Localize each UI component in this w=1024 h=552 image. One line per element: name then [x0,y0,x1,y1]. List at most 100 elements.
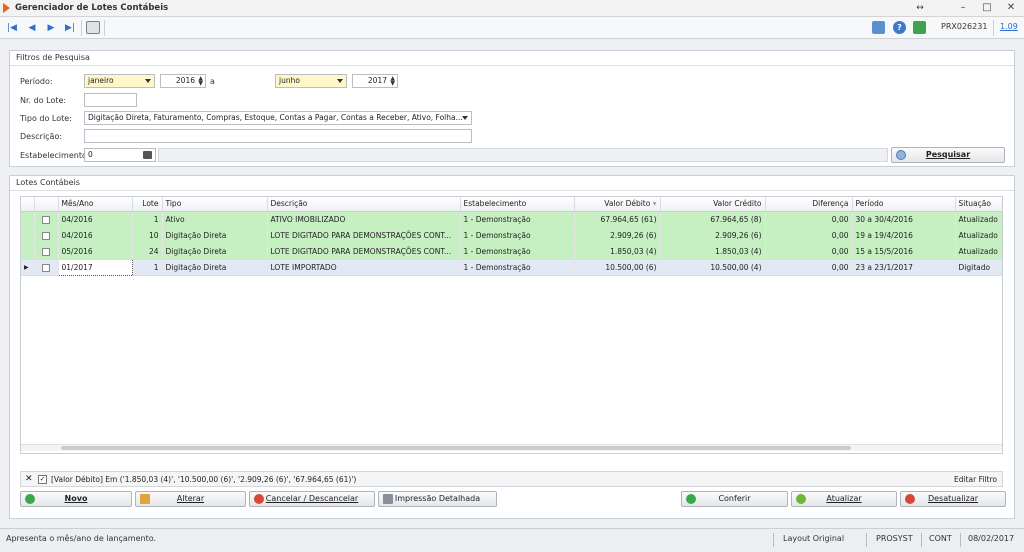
cell-diferenca[interactable]: 0,00 [765,227,853,244]
cell-situacao[interactable]: Atualizado [955,211,1002,228]
conferir-button[interactable]: Conferir [681,491,788,507]
version-link[interactable]: 1.09 [1000,22,1018,31]
cell-valor-credito[interactable]: 2.909,26 (6) [660,227,766,244]
cell-valor-credito[interactable]: 1.850,03 (4) [660,243,766,260]
cell-situacao[interactable]: Atualizado [955,227,1002,244]
descricao-input[interactable] [84,129,472,143]
cell-lote[interactable]: 1 [132,259,163,276]
desatualizar-button[interactable]: Desatualizar [900,491,1006,507]
horizontal-scrollbar[interactable] [21,444,1002,451]
nr-lote-input[interactable] [84,93,137,107]
cell-valor-debito[interactable]: 1.850,03 (4) [574,243,661,260]
cell-tipo[interactable]: Digitação Direta [162,227,268,244]
pencil-icon [140,494,150,504]
help-icon[interactable]: ? [893,21,906,34]
row-checkbox[interactable] [34,259,59,276]
estabelecimento-input[interactable]: 0 [84,148,156,162]
row-checkbox[interactable] [34,211,59,228]
resize-icon[interactable]: ↔ [913,2,927,14]
cell-periodo[interactable]: 15 a 15/5/2016 [852,243,956,260]
scrollbar-thumb[interactable] [61,446,851,450]
periodo-from-year-stepper[interactable]: 2016 ▲ ▼ [160,74,206,88]
tipo-lote-select[interactable]: Digitação Direta, Faturamento, Compras, … [84,111,472,125]
cell-diferenca[interactable]: 0,00 [765,211,853,228]
cell-lote[interactable]: 10 [132,227,163,244]
lookup-icon[interactable] [143,151,152,159]
cell-valor-credito[interactable]: 67.964,65 (8) [660,211,766,228]
cell-tipo[interactable]: Digitação Direta [162,243,268,260]
cell-mes-ano[interactable]: 01/2017 [57,258,133,276]
row-checkbox[interactable] [34,243,59,260]
minimize-button[interactable]: – [956,2,970,14]
lotes-table: Mês/Ano Lote Tipo Descrição Estabelecime… [21,197,1002,276]
impressao-button[interactable]: Impressão Detalhada [378,491,497,507]
atualizar-button[interactable]: Atualizar [791,491,897,507]
table-row[interactable]: 04/2016 10 Digitação Direta LOTE DIGITAD… [21,227,1002,244]
table-row[interactable]: 04/2016 1 Ativo ATIVO IMOBILIZADO 1 - De… [21,211,1002,228]
cell-estabelecimento[interactable]: 1 - Demonstração [460,243,575,260]
cell-periodo[interactable]: 30 a 30/4/2016 [852,211,956,228]
next-record-icon[interactable]: ▶ [44,21,58,35]
header-periodo[interactable]: Período [852,197,956,212]
cell-periodo[interactable]: 23 a 23/1/2017 [852,259,956,276]
last-record-icon[interactable]: ▶| [63,21,77,35]
cell-lote[interactable]: 1 [132,211,163,228]
cell-descricao[interactable]: LOTE DIGITADO PARA DEMONSTRAÇÕES CONT... [267,243,461,260]
periodo-to-year-stepper[interactable]: 2017 ▲ ▼ [352,74,398,88]
header-estabelecimento[interactable]: Estabelecimento [460,197,575,212]
row-checkbox[interactable] [34,227,59,244]
cell-descricao[interactable]: LOTE DIGITADO PARA DEMONSTRAÇÕES CONT... [267,227,461,244]
cell-descricao[interactable]: ATIVO IMOBILIZADO [267,211,461,228]
undo-icon [905,494,915,504]
novo-button[interactable]: Novo [20,491,132,507]
close-button[interactable]: ✕ [1004,2,1018,14]
cell-lote[interactable]: 24 [132,243,163,260]
header-lote[interactable]: Lote [132,197,163,212]
alterar-button[interactable]: Alterar [135,491,246,507]
cell-estabelecimento[interactable]: 1 - Demonstração [460,211,575,228]
status-layout[interactable]: Layout Original [783,534,844,543]
filter-funnel-icon[interactable]: ▾ [653,199,657,208]
exit-icon[interactable] [913,21,926,34]
pesquisar-button[interactable]: Pesquisar [891,147,1005,163]
cell-mes-ano[interactable]: 04/2016 [58,227,133,244]
cell-descricao[interactable]: LOTE IMPORTADO [267,259,461,276]
cell-valor-debito[interactable]: 2.909,26 (6) [574,227,661,244]
clear-filter-icon[interactable]: ✕ [25,474,33,484]
header-valor-credito[interactable]: Valor Crédito [660,197,766,212]
table-row[interactable]: 05/2016 24 Digitação Direta LOTE DIGITAD… [21,243,1002,260]
table-row-selected[interactable]: ▶ 01/2017 1 Digitação Direta LOTE IMPORT… [21,258,1002,276]
print-icon[interactable] [86,21,100,34]
edit-form-icon[interactable] [872,21,885,34]
cell-periodo[interactable]: 19 a 19/4/2016 [852,227,956,244]
row-indicator [21,227,35,244]
cell-estabelecimento[interactable]: 1 - Demonstração [460,227,575,244]
cell-diferenca[interactable]: 0,00 [765,243,853,260]
filter-enabled-checkbox[interactable]: ✓ [38,475,47,484]
header-situacao[interactable]: Situação [955,197,1002,212]
edit-filter-link[interactable]: Editar Filtro [954,475,997,484]
cell-diferenca[interactable]: 0,00 [765,259,853,276]
periodo-to-month-select[interactable]: junho [275,74,347,88]
periodo-from-month-select[interactable]: janeiro [84,74,155,88]
cell-tipo[interactable]: Ativo [162,211,268,228]
first-record-icon[interactable]: |◀ [5,21,19,35]
cell-situacao[interactable]: Digitado [955,259,1002,276]
cell-valor-debito[interactable]: 67.964,65 (61) [574,211,661,228]
cell-valor-debito[interactable]: 10.500,00 (6) [574,259,661,276]
lotes-grid[interactable]: Mês/Ano Lote Tipo Descrição Estabelecime… [20,196,1003,454]
cell-mes-ano[interactable]: 05/2016 [58,243,133,260]
cell-tipo[interactable]: Digitação Direta [162,259,268,276]
cancelar-button[interactable]: Cancelar / Descancelar [249,491,375,507]
header-diferenca[interactable]: Diferença [765,197,853,212]
cell-valor-credito[interactable]: 10.500,00 (4) [660,259,766,276]
cell-mes-ano[interactable]: 04/2016 [58,211,133,228]
header-mes-ano[interactable]: Mês/Ano [58,197,133,212]
previous-record-icon[interactable]: ◀ [25,21,39,35]
header-valor-debito[interactable]: Valor Débito ▾ [574,197,661,212]
cell-situacao[interactable]: Atualizado [955,243,1002,260]
header-tipo[interactable]: Tipo [162,197,268,212]
maximize-button[interactable]: □ [980,2,994,14]
cell-estabelecimento[interactable]: 1 - Demonstração [460,259,575,276]
header-descricao[interactable]: Descrição [267,197,461,212]
